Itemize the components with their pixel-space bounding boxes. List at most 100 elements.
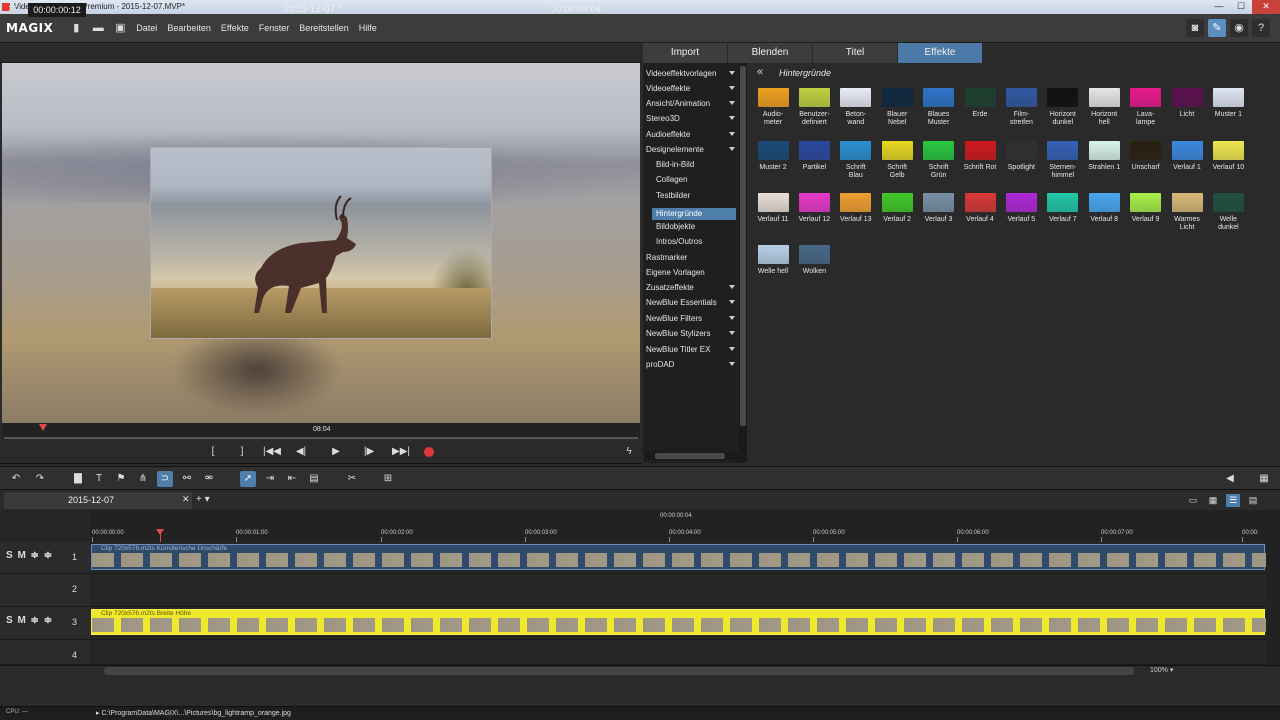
expand-caret-icon[interactable] [729,331,735,335]
effect-tile[interactable]: Muster 1 [1208,88,1248,119]
open-folder-icon[interactable]: ▬ [91,21,105,35]
text-icon[interactable]: T [91,471,107,487]
category-intros-outros[interactable]: Intros/Outros [656,237,702,246]
effect-tile[interactable]: Welle dunkel [1208,193,1248,232]
track-header-3[interactable]: S M ≑ ≑ 3 [0,607,90,640]
delete-icon[interactable]: ▇ [70,471,86,487]
effect-tile[interactable]: Verlauf 13 [836,193,876,224]
new-file-icon[interactable]: ▮ [69,21,83,35]
effect-tile[interactable]: Muster 2 [753,141,793,172]
loop-icon[interactable]: ⊃ [157,471,173,487]
expand-caret-icon[interactable] [729,71,735,75]
effect-tile[interactable]: Partikel [794,141,834,172]
effect-tile[interactable]: Horizont dunkel [1043,88,1083,127]
menu-hilfe[interactable]: Hilfe [359,23,377,33]
play-button[interactable]: ▶ [329,445,343,459]
close-tab-icon[interactable]: ✕ [182,494,190,505]
category-bildobjekte[interactable]: Bildobjekte [656,222,695,231]
category-testbilder[interactable]: Testbilder [656,191,690,200]
effect-tile[interactable]: Blaues Muster [919,88,959,127]
playhead-marker[interactable] [156,529,164,535]
mixer-icon[interactable]: ▦ [1256,471,1272,487]
effect-tile[interactable]: Verlauf 10 [1208,141,1248,172]
expand-caret-icon[interactable] [729,86,735,90]
category-newblue-essentials[interactable]: NewBlue Essentials [646,298,717,307]
effect-tile[interactable]: Verlauf 9 [1126,193,1166,224]
effect-tile[interactable]: Schrift Grün [919,141,959,180]
scrubber-track[interactable] [4,437,638,439]
effect-tile[interactable]: Verlauf 1 [1167,141,1207,172]
expand-caret-icon[interactable] [729,116,735,120]
redo-icon[interactable]: ↷ [32,471,48,487]
effect-tile[interactable]: Benutzer- definiert [794,88,834,127]
effect-tile[interactable]: Erde [960,88,1000,119]
effect-tile[interactable]: Strahlen 1 [1084,141,1124,172]
close-window-button[interactable]: ✕ [1252,0,1280,14]
next-frame-button[interactable]: |▶ [362,445,376,459]
picture-in-picture-frame[interactable] [150,147,492,339]
effect-tile[interactable]: Beton- wand [836,88,876,127]
category-bild-in-bild[interactable]: Bild-in-Bild [656,160,694,169]
cut-tool-icon[interactable]: ✂ [344,471,360,487]
effect-tile[interactable]: Audio- meter [753,88,793,127]
previous-frame-button[interactable]: ◀| [294,445,308,459]
link-icon[interactable]: ⚯ [179,471,195,487]
effect-tile[interactable]: Horizont hell [1084,88,1124,127]
minimize-button[interactable]: — [1208,0,1230,14]
effect-tile[interactable]: Schrift Rot [960,141,1000,172]
back-icon[interactable]: « [757,66,763,78]
menu-datei[interactable]: Datei [136,23,157,33]
effect-tile[interactable]: Verlauf 3 [919,193,959,224]
record-mode-icon[interactable]: ◉ [1230,19,1248,37]
effect-tile[interactable]: Blauer Nebel [877,88,917,127]
track-solo-mute-controls[interactable]: S M ≑ ≑ [6,615,53,626]
effect-tile[interactable]: Sternen- himmel [1043,141,1083,180]
category-newblue-stylizers[interactable]: NewBlue Stylizers [646,329,710,338]
category-designelemente[interactable]: Designelemente [646,145,704,154]
scene-view-icon[interactable]: ▦ [1206,494,1220,507]
tab-blenden[interactable]: Blenden [728,43,812,63]
video-clip[interactable]: Clip 720x576.m2ts Breite Höhe [91,609,1266,635]
expand-caret-icon[interactable] [729,347,735,351]
category-videoeffektvorlagen[interactable]: Videoeffektvorlagen [646,69,716,78]
timeline-horizontal-scrollbar[interactable] [104,667,1134,675]
maximize-button[interactable]: ☐ [1230,0,1252,14]
category-stereo3d[interactable]: Stereo3D [646,114,680,123]
track-header-2[interactable]: 2 [0,574,90,607]
effect-tile[interactable]: Verlauf 12 [794,193,834,224]
tab-effekte[interactable]: Effekte [898,43,982,63]
go-to-start-button[interactable]: |◀◀ [262,445,282,459]
track-lane-1[interactable]: Clip 720x576.m2ts Künstlerische Unschärf… [90,542,1266,574]
expand-caret-icon[interactable] [729,300,735,304]
hamburger-menu-icon[interactable]: ☰ [8,4,18,17]
marker-icon[interactable]: ⚑ [113,471,129,487]
effect-tile[interactable]: Spotlight [1001,141,1041,172]
track-lane-2[interactable] [90,574,1266,607]
category-scrollbar-thumb[interactable] [740,66,746,426]
category-hintergr-nde[interactable]: Hintergründe [652,208,736,220]
pointer-tool-icon[interactable]: ➚ [240,471,256,487]
disc-icon[interactable]: ◙ [1186,19,1204,37]
effect-tile[interactable]: Verlauf 8 [1084,193,1124,224]
expand-caret-icon[interactable] [729,285,735,289]
tab-import[interactable]: Import [643,43,727,63]
scrubber-position-marker[interactable] [39,424,47,431]
track-header-4[interactable]: 4 [0,640,90,665]
current-timecode[interactable]: 00:00:00:12 [28,3,86,17]
effect-tile[interactable]: Verlauf 4 [960,193,1000,224]
timeline-project-tab[interactable]: 2015-12-07 [4,492,192,509]
mark-out-button[interactable]: ] [235,445,249,459]
effect-tile[interactable]: Verlauf 11 [753,193,793,224]
track-solo-mute-controls[interactable]: S M ≑ ≑ [6,550,53,561]
help-icon[interactable]: ? [1252,19,1270,37]
effect-tile[interactable]: Verlauf 7 [1043,193,1083,224]
menu-effekte[interactable]: Effekte [221,23,249,33]
track-lane-3[interactable]: Clip 720x576.m2ts Breite Höhe [90,607,1266,640]
undo-icon[interactable]: ↶ [8,471,24,487]
expand-caret-icon[interactable] [729,147,735,151]
expand-caret-icon[interactable] [729,316,735,320]
category-zusatzeffekte[interactable]: Zusatzeffekte [646,283,694,292]
effect-tile[interactable]: Warmes Licht [1167,193,1207,232]
effect-tile[interactable]: Schrift Gelb [877,141,917,180]
multitrack-view-icon[interactable]: ▤ [1246,494,1260,507]
